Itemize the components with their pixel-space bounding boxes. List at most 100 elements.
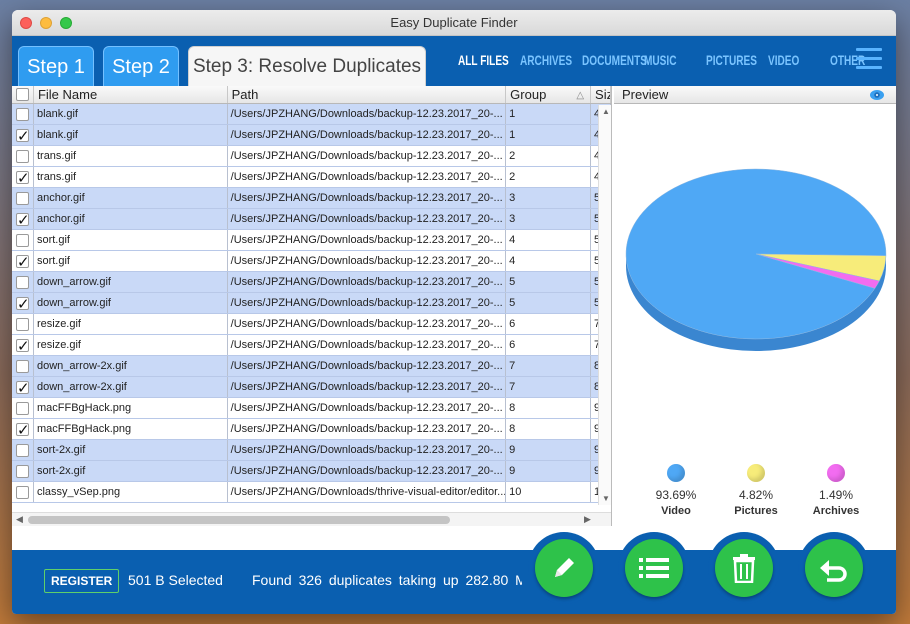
scroll-right-arrow-icon[interactable]: ▶ [584, 514, 591, 525]
row-checkbox-cell[interactable] [12, 104, 34, 124]
list-view-button[interactable] [618, 532, 690, 604]
row-checkbox-cell[interactable] [12, 440, 34, 460]
row-checkbox[interactable] [15, 464, 29, 478]
row-checkbox[interactable] [15, 252, 30, 271]
table-row[interactable]: down_arrow-2x.gif/Users/JPZHANG/Download… [12, 377, 611, 398]
row-checkbox-cell[interactable] [12, 293, 34, 313]
minimize-window-button[interactable] [40, 17, 52, 29]
select-all-checkbox[interactable] [15, 88, 29, 101]
table-row[interactable]: trans.gif/Users/JPZHANG/Downloads/backup… [12, 167, 611, 188]
row-checkbox-cell[interactable] [12, 230, 34, 250]
row-checkbox[interactable] [15, 359, 29, 373]
row-checkbox-cell[interactable] [12, 209, 34, 229]
row-checkbox-cell[interactable] [12, 167, 34, 187]
path-cell: /Users/JPZHANG/Downloads/backup-12.23.20… [228, 461, 507, 481]
row-checkbox-cell[interactable] [12, 398, 34, 418]
edit-button-face[interactable] [535, 539, 593, 597]
list-view-button-face[interactable] [625, 539, 683, 597]
vertical-scrollbar[interactable]: ▲ ▼ [598, 105, 611, 505]
row-checkbox[interactable] [15, 191, 29, 205]
filter-documents[interactable]: DOCUMENTS [582, 52, 647, 68]
row-checkbox-cell[interactable] [12, 272, 34, 292]
table-row[interactable]: macFFBgHack.png/Users/JPZHANG/Downloads/… [12, 419, 611, 440]
legend-name: Video [661, 505, 691, 517]
row-checkbox[interactable] [15, 485, 29, 499]
column-header-file-name[interactable]: File Name [34, 86, 228, 103]
row-checkbox[interactable] [15, 107, 29, 121]
column-header-group[interactable]: Group △ [506, 86, 592, 103]
row-checkbox[interactable] [15, 210, 30, 229]
row-checkbox-cell[interactable] [12, 125, 34, 145]
row-checkbox[interactable] [15, 233, 29, 247]
table-row[interactable]: sort-2x.gif/Users/JPZHANG/Downloads/back… [12, 440, 611, 461]
table-row[interactable]: sort.gif/Users/JPZHANG/Downloads/backup-… [12, 230, 611, 251]
row-checkbox-cell[interactable] [12, 461, 34, 481]
filter-music[interactable]: MUSIC [644, 52, 676, 68]
preview-label: Preview [622, 87, 669, 102]
select-all-column[interactable] [12, 86, 34, 103]
preview-panel: Preview 93.69% Video 4.82% Pictures 1.49% Arc… [614, 86, 896, 526]
row-checkbox[interactable] [15, 420, 30, 439]
row-checkbox-cell[interactable] [12, 335, 34, 355]
row-checkbox-cell[interactable] [12, 356, 34, 376]
delete-button-face[interactable] [715, 539, 773, 597]
legend-swatch [827, 464, 845, 482]
table-row[interactable]: down_arrow-2x.gif/Users/JPZHANG/Download… [12, 356, 611, 377]
row-checkbox-cell[interactable] [12, 419, 34, 439]
row-checkbox[interactable] [15, 317, 29, 331]
row-checkbox-cell[interactable] [12, 314, 34, 334]
table-row[interactable]: sort.gif/Users/JPZHANG/Downloads/backup-… [12, 251, 611, 272]
tab-step-1[interactable]: Step 1 [18, 46, 94, 86]
table-row[interactable]: resize.gif/Users/JPZHANG/Downloads/backu… [12, 335, 611, 356]
edit-button[interactable] [528, 532, 600, 604]
row-checkbox-cell[interactable] [12, 251, 34, 271]
tab-step-2[interactable]: Step 2 [103, 46, 179, 86]
row-checkbox[interactable] [15, 336, 30, 355]
table-row[interactable]: anchor.gif/Users/JPZHANG/Downloads/backu… [12, 188, 611, 209]
row-checkbox-cell[interactable] [12, 188, 34, 208]
row-checkbox[interactable] [15, 294, 30, 313]
table-row[interactable]: blank.gif/Users/JPZHANG/Downloads/backup… [12, 104, 611, 125]
file-type-filters: ALL FILES ARCHIVES DOCUMENTS MUSIC PICTU… [458, 48, 892, 72]
zoom-window-button[interactable] [60, 17, 72, 29]
table-row[interactable]: macFFBgHack.png/Users/JPZHANG/Downloads/… [12, 398, 611, 419]
filter-pictures[interactable]: PICTURES [706, 52, 757, 68]
tab-step-3[interactable]: Step 3: Resolve Duplicates [188, 46, 426, 86]
table-row[interactable]: down_arrow.gif/Users/JPZHANG/Downloads/b… [12, 293, 611, 314]
hamburger-menu-icon[interactable] [856, 48, 882, 70]
row-checkbox-cell[interactable] [12, 146, 34, 166]
table-row[interactable]: sort-2x.gif/Users/JPZHANG/Downloads/back… [12, 461, 611, 482]
column-header-size[interactable]: Siz [591, 86, 611, 103]
table-row[interactable]: blank.gif/Users/JPZHANG/Downloads/backup… [12, 125, 611, 146]
horizontal-scrollbar[interactable]: ◀ ▶ [12, 512, 611, 526]
row-checkbox[interactable] [15, 275, 29, 289]
row-checkbox[interactable] [15, 168, 30, 187]
row-checkbox[interactable] [15, 443, 29, 457]
row-checkbox[interactable] [15, 126, 30, 145]
eye-icon[interactable] [870, 90, 884, 100]
horizontal-scroll-thumb[interactable] [28, 516, 450, 524]
row-checkbox[interactable] [15, 149, 29, 163]
table-row[interactable]: down_arrow.gif/Users/JPZHANG/Downloads/b… [12, 272, 611, 293]
row-checkbox[interactable] [15, 401, 29, 415]
filter-all-files[interactable]: ALL FILES [458, 52, 509, 68]
filter-video[interactable]: VIDEO [768, 52, 799, 68]
scroll-left-arrow-icon[interactable]: ◀ [16, 514, 23, 525]
scroll-up-arrow-icon[interactable]: ▲ [602, 107, 610, 116]
register-button[interactable]: REGISTER [44, 569, 120, 593]
row-checkbox[interactable] [15, 378, 30, 397]
delete-button[interactable] [708, 532, 780, 604]
table-row[interactable]: classy_vSep.png/Users/JPZHANG/Downloads/… [12, 482, 611, 503]
table-row[interactable]: resize.gif/Users/JPZHANG/Downloads/backu… [12, 314, 611, 335]
close-window-button[interactable] [20, 17, 32, 29]
filter-archives[interactable]: ARCHIVES [520, 52, 572, 68]
row-checkbox-cell[interactable] [12, 482, 34, 502]
scroll-down-arrow-icon[interactable]: ▼ [602, 494, 610, 503]
undo-button-face[interactable] [805, 539, 863, 597]
legend-item: 4.82% Pictures [716, 464, 796, 517]
table-row[interactable]: trans.gif/Users/JPZHANG/Downloads/backup… [12, 146, 611, 167]
undo-button[interactable] [798, 532, 870, 604]
row-checkbox-cell[interactable] [12, 377, 34, 397]
column-header-path[interactable]: Path [228, 86, 507, 103]
table-row[interactable]: anchor.gif/Users/JPZHANG/Downloads/backu… [12, 209, 611, 230]
